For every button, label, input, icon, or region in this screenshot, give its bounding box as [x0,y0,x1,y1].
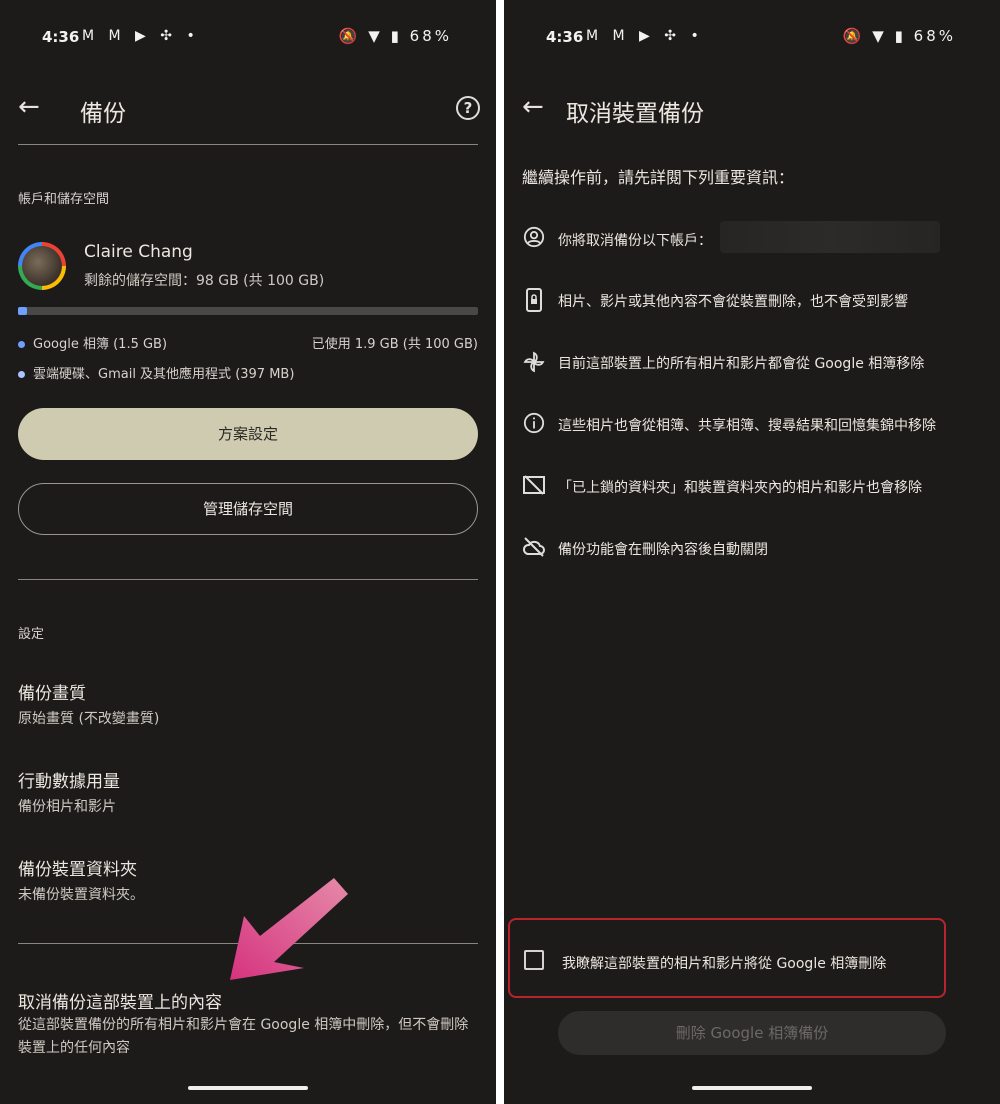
info-row-albums: 這些相片也會從相簿、共享相簿、搜尋結果和回憶集錦中移除 [522,412,990,442]
divider [18,144,478,145]
intro-text: 繼續操作前，請先詳閱下列重要資訊： [522,168,795,187]
help-icon[interactable]: ? [456,96,480,120]
info-row-locked-folder: 「已上鎖的資料夾」和裝置資料夾內的相片和影片也會移除 [522,474,990,504]
confirm-label[interactable]: 我瞭解這部裝置的相片和影片將從 Google 相簿刪除 [562,953,886,973]
notification-icons: M M ▶ ✣ • [586,28,704,44]
divider [18,579,478,580]
info-text: 目前這部裝置上的所有相片和影片都會從 Google 相簿移除 [558,356,925,372]
cancel-backup-title: 取消備份這部裝置上的內容 [18,993,222,1013]
status-right-icons: 🔕 ▼ ▮ [842,27,906,45]
avatar [18,242,66,290]
info-text: 這些相片也會從相簿、共享相簿、搜尋結果和回憶集錦中移除 [558,418,936,434]
highlight-arrow-icon [230,878,348,980]
storage-bar [18,307,478,315]
legend-label: Google 相簿 (1.5 GB) [33,337,168,352]
system-icons: 🔕 ▼ ▮ 68% [843,27,956,45]
app-bar: ← 備份 ? [0,86,496,134]
status-bar: 4:36 M M ▶ ✣ • 🔕 ▼ ▮ 68% [0,24,496,50]
account-name: Claire Chang [84,242,193,262]
pinwheel-icon [522,350,546,379]
plan-settings-button[interactable]: 方案設定 [18,408,478,460]
settings-section-label: 設定 [18,627,45,642]
info-row-account: 你將取消備份以下帳戶： [522,221,990,256]
page-title: 備份 [80,101,126,127]
battery-level: 68% [913,27,956,45]
legend-label: 雲端硬碟、Gmail 及其他應用程式 (397 MB) [33,367,295,382]
account-section-label: 帳戶和儲存空間 [18,192,110,207]
folder-off-icon [522,474,546,501]
setting-title: 備份畫質 [18,684,86,704]
info-text: 「已上鎖的資料夾」和裝置資料夾內的相片和影片也會移除 [558,480,922,496]
account-circle-icon [522,226,546,253]
info-text: 相片、影片或其他內容不會從裝置刪除，也不會受到影響 [558,294,908,310]
status-time: 4:36 [546,28,584,46]
redacted-account [720,221,940,253]
manage-storage-button[interactable]: 管理儲存空間 [18,483,478,535]
info-text: 備份功能會在刪除內容後自動關閉 [558,542,768,558]
cancel-backup-screen: 4:36 M M ▶ ✣ • 🔕 ▼ ▮ 68% ← 取消裝置備份 繼續操作前，… [504,0,1000,1104]
delete-backup-button[interactable]: 刪除 Google 相簿備份 [558,1011,946,1055]
phone-lock-icon [522,288,546,317]
confirm-highlight-box: 我瞭解這部裝置的相片和影片將從 Google 相簿刪除 [508,918,946,998]
setting-subtitle: 備份相片和影片 [18,799,116,815]
setting-subtitle: 原始畫質 (不改變畫質) [18,711,160,727]
status-time: 4:36 [42,28,80,46]
setting-title: 行動數據用量 [18,772,120,792]
info-icon [522,412,546,439]
home-indicator[interactable] [692,1086,812,1090]
status-bar: 4:36 M M ▶ ✣ • 🔕 ▼ ▮ 68% [504,24,1000,50]
home-indicator[interactable] [188,1086,308,1090]
used-storage-text: 已使用 1.9 GB (共 100 GB) [311,337,478,352]
cancel-backup-description: 從這部裝置備份的所有相片和影片會在 Google 相簿中刪除，但不會刪除裝置上的… [18,1017,469,1056]
back-arrow-icon[interactable]: ← [18,92,40,122]
info-row-backup-off: 備份功能會在刪除內容後自動關閉 [522,536,990,566]
info-row-photos-removed: 目前這部裝置上的所有相片和影片都會從 Google 相簿移除 [522,350,990,380]
cloud-off-icon [522,536,546,563]
status-right-icons: 🔕 ▼ ▮ [338,27,402,45]
legend-item-photos: Google 相簿 (1.5 GB) [18,333,167,352]
setting-subtitle: 未備份裝置資料夾。 [18,887,144,903]
setting-title: 備份裝置資料夾 [18,860,137,880]
back-arrow-icon[interactable]: ← [522,92,544,122]
app-bar: ← 取消裝置備份 [504,86,1000,134]
system-icons: 🔕 ▼ ▮ 68% [339,27,452,45]
backup-settings-screen: 4:36 M M ▶ ✣ • 🔕 ▼ ▮ 68% ← 備份 ? 帳戶和儲存空間 … [0,0,496,1104]
legend-item-drive: 雲端硬碟、Gmail 及其他應用程式 (397 MB) [18,363,294,382]
notification-icons: M M ▶ ✣ • [82,28,200,44]
info-text: 你將取消備份以下帳戶： [558,233,712,249]
confirm-checkbox[interactable] [524,950,544,970]
storage-bar-fill [18,307,27,315]
storage-remaining: 剩餘的儲存空間：98 GB (共 100 GB) [84,273,325,289]
legend-dot-icon [18,371,25,378]
info-row-device-safe: 相片、影片或其他內容不會從裝置刪除，也不會受到影響 [522,288,990,318]
battery-level: 68% [409,27,452,45]
page-title: 取消裝置備份 [566,101,704,127]
legend-dot-icon [18,341,25,348]
